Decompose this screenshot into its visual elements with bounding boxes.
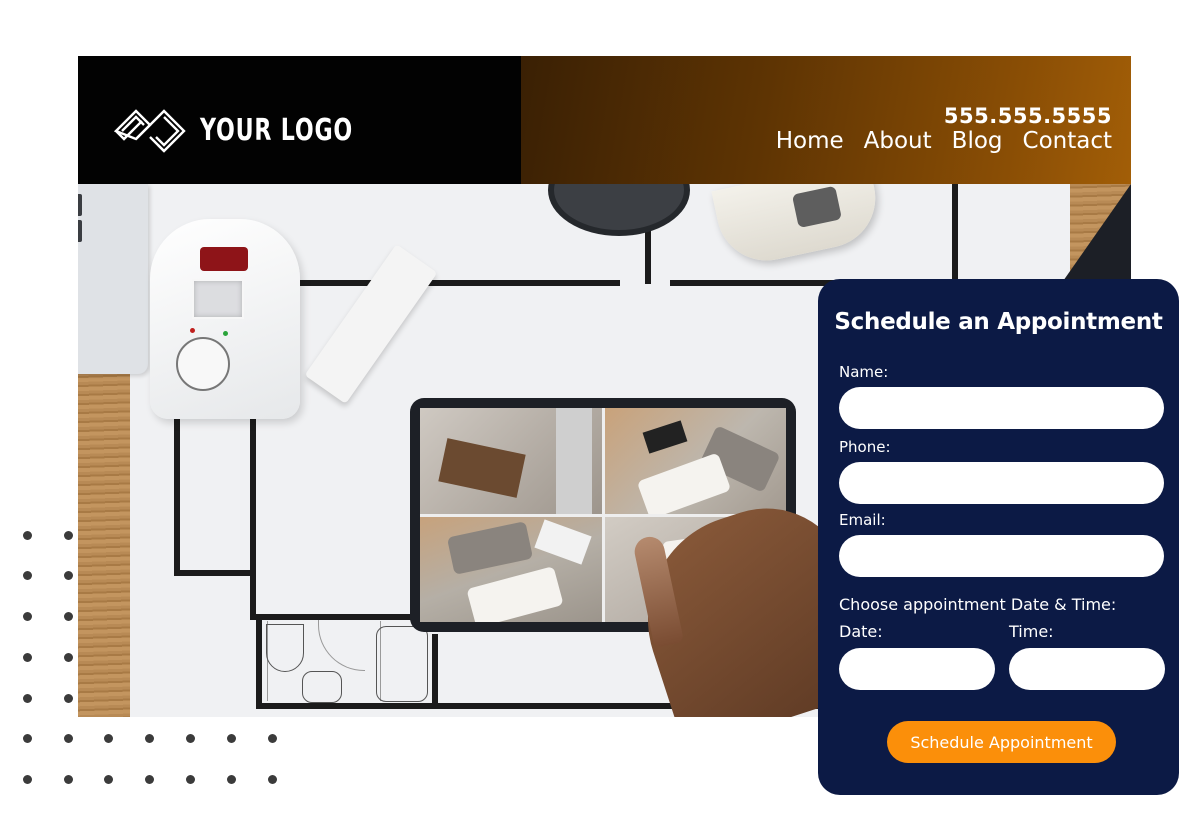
email-label: Email: (839, 511, 886, 529)
time-label: Time: (1009, 622, 1054, 641)
decorative-dot (104, 775, 113, 784)
decorative-dot (23, 612, 32, 621)
nav-about[interactable]: About (864, 128, 932, 154)
decorative-dot (186, 775, 195, 784)
schedule-appointment-button[interactable]: Schedule Appointment (887, 721, 1116, 763)
decorative-dot (268, 734, 277, 743)
email-input[interactable] (839, 535, 1164, 577)
datetime-prompt: Choose appointment Date & Time: (839, 595, 1117, 614)
header-phone-number[interactable]: 555.555.5555 (944, 104, 1112, 128)
date-input[interactable] (839, 648, 995, 690)
nav-contact[interactable]: Contact (1023, 128, 1112, 154)
site-header: YOUR LOGO 555.555.5555 Home About Blog C… (78, 56, 1131, 184)
header-nav-area: 555.555.5555 Home About Blog Contact (521, 56, 1131, 184)
decorative-dot (23, 531, 32, 540)
phone-input[interactable] (839, 462, 1164, 504)
decorative-dot (23, 571, 32, 580)
logo-icon (113, 101, 186, 159)
bathtub (376, 626, 428, 702)
name-input[interactable] (839, 387, 1164, 429)
decorative-dot (145, 734, 154, 743)
nav-home[interactable]: Home (776, 128, 844, 154)
nav-blog[interactable]: Blog (952, 128, 1003, 154)
decorative-dot (186, 734, 195, 743)
door-arc (318, 620, 365, 671)
decorative-dot (23, 653, 32, 662)
phone-label: Phone: (839, 438, 891, 456)
decorative-dot (64, 531, 73, 540)
form-title: Schedule an Appointment (834, 309, 1163, 335)
decorative-dot (145, 775, 154, 784)
decorative-dot (23, 775, 32, 784)
main-nav: Home About Blog Contact (776, 128, 1112, 154)
sink (302, 671, 342, 703)
decorative-dot (23, 734, 32, 743)
decorative-dot (64, 612, 73, 621)
camera-feed-3 (420, 516, 602, 622)
date-label: Date: (839, 622, 883, 641)
time-input[interactable] (1009, 648, 1165, 690)
decorative-dot (227, 775, 236, 784)
decorative-dot (64, 775, 73, 784)
motion-sensor-alarm (150, 219, 300, 419)
decorative-dot (64, 734, 73, 743)
logo[interactable]: YOUR LOGO (113, 101, 387, 159)
decorative-dot (227, 734, 236, 743)
logo-text: YOUR LOGO (200, 112, 354, 148)
laptop (78, 184, 148, 374)
name-label: Name: (839, 363, 889, 381)
decorative-dot (64, 694, 73, 703)
decorative-dot (268, 775, 277, 784)
toilet (266, 624, 304, 672)
header-logo-area: YOUR LOGO (78, 56, 521, 184)
appointment-form: Schedule an Appointment Name: Phone: Ema… (818, 279, 1179, 795)
decorative-dot (64, 571, 73, 580)
decorative-dot (64, 653, 73, 662)
decorative-dot (23, 694, 32, 703)
camera-feed-2 (604, 408, 786, 514)
camera-feed-1 (420, 408, 602, 514)
decorative-dot (104, 734, 113, 743)
